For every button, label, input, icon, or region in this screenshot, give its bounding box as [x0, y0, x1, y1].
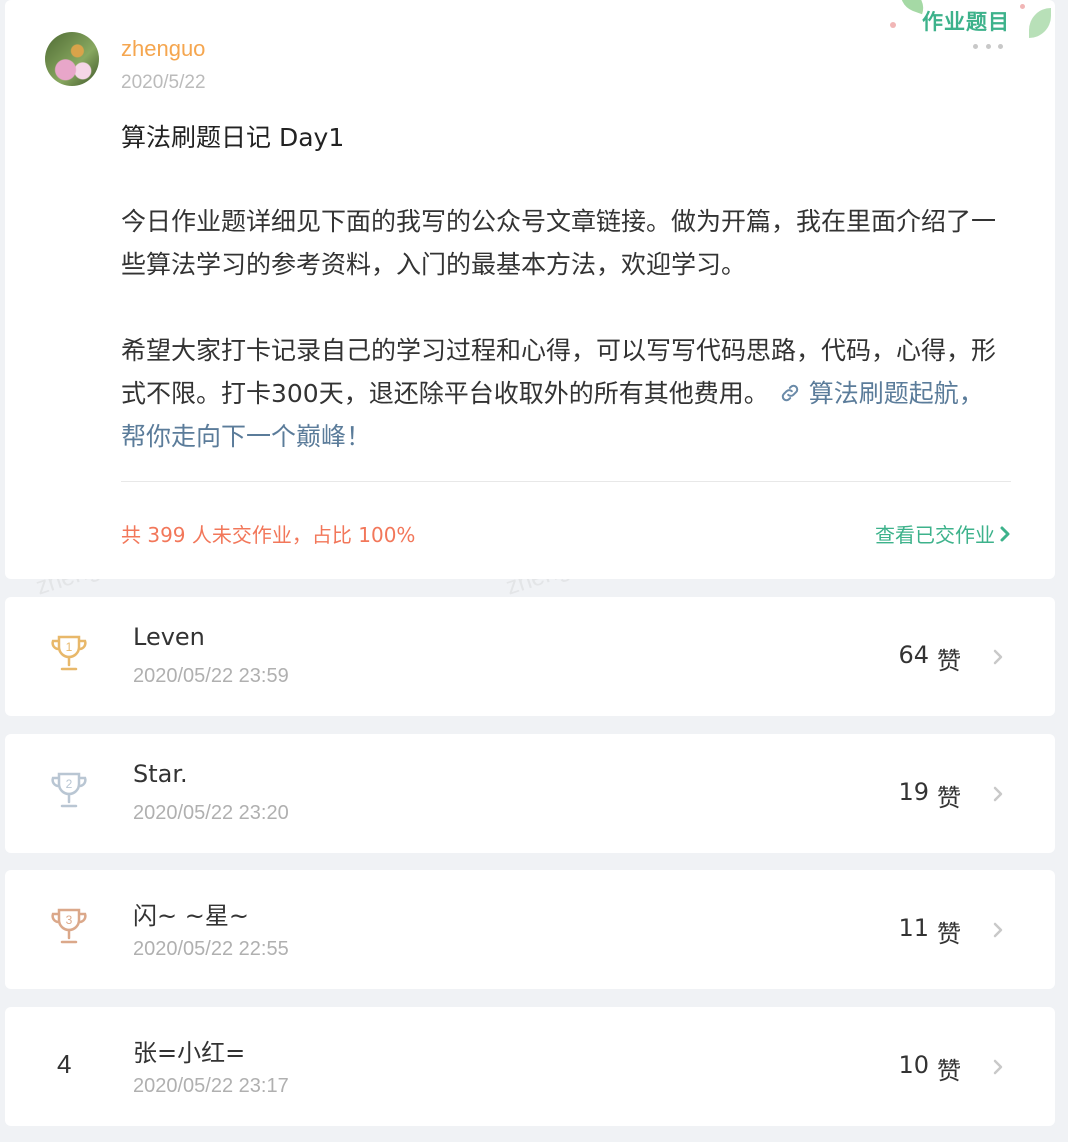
silver-trophy-icon: 2: [51, 772, 87, 808]
chevron-right-icon: [993, 1059, 1003, 1075]
submission-time: 2020/05/22 23:59: [133, 665, 289, 687]
submission-row[interactable]: 1 Leven 2020/05/22 23:59 64 赞: [5, 597, 1055, 716]
submission-time: 2020/05/22 23:17: [133, 1075, 289, 1097]
more-options-icon[interactable]: [973, 40, 1003, 52]
rank-number: 3: [66, 913, 73, 927]
post-paragraph-1: 今日作业题详细见下面的我写的公众号文章链接。做为开篇，我在里面介绍了一些算法学习…: [121, 207, 997, 279]
divider: [121, 481, 1011, 482]
bronze-trophy-icon: 3: [51, 908, 87, 944]
link-icon: [781, 384, 798, 402]
view-submitted-label: 查看已交作业: [875, 523, 995, 547]
submitter-name: 闪~ ~星~: [133, 902, 249, 930]
submission-row[interactable]: 4 张=小红= 2020/05/22 23:17 10 赞: [5, 1007, 1055, 1126]
rank-number: 2: [66, 777, 73, 791]
submitter-name: 张=小红=: [133, 1039, 246, 1067]
submitter-name: Star.: [133, 760, 188, 788]
like-count: 64 赞: [898, 641, 961, 675]
like-count: 10 赞: [898, 1051, 961, 1085]
post-paragraph-2: 希望大家打卡记录自己的学习过程和心得，可以写写代码思路，代码，心得，形式不限。打…: [121, 329, 1001, 458]
rank-number: 1: [66, 640, 73, 654]
badge-label: 作业题目: [922, 10, 1010, 34]
chevron-right-icon: [1000, 526, 1010, 541]
author-name[interactable]: zhenguo: [121, 36, 205, 62]
post-title: 算法刷题日记 Day1: [121, 123, 345, 152]
like-count: 19 赞: [898, 778, 961, 812]
submission-row[interactable]: 2 Star. 2020/05/22 23:20 19 赞: [5, 734, 1055, 853]
assignment-post-card: zhenguo 2020/5/22 作业题目 算法刷题日记 Day1 今日作业题…: [5, 0, 1055, 579]
submission-row[interactable]: 3 闪~ ~星~ 2020/05/22 22:55 11 赞: [5, 870, 1055, 989]
gold-trophy-icon: 1: [51, 635, 87, 671]
rank-number: 4: [57, 1049, 72, 1079]
assignment-badge: 作业题目: [880, 0, 1055, 42]
unsubmitted-stat: 共 399 人未交作业，占比 100%: [121, 523, 416, 547]
chevron-right-icon: [993, 649, 1003, 665]
submission-time: 2020/05/22 23:20: [133, 802, 289, 824]
avatar[interactable]: [45, 32, 99, 86]
view-submitted-link[interactable]: 查看已交作业: [875, 519, 1011, 548]
submission-time: 2020/05/22 22:55: [133, 938, 289, 960]
submitter-name: Leven: [133, 623, 205, 651]
post-date: 2020/5/22: [121, 72, 206, 93]
like-count: 11 赞: [898, 914, 961, 948]
chevron-right-icon: [993, 922, 1003, 938]
chevron-right-icon: [993, 786, 1003, 802]
